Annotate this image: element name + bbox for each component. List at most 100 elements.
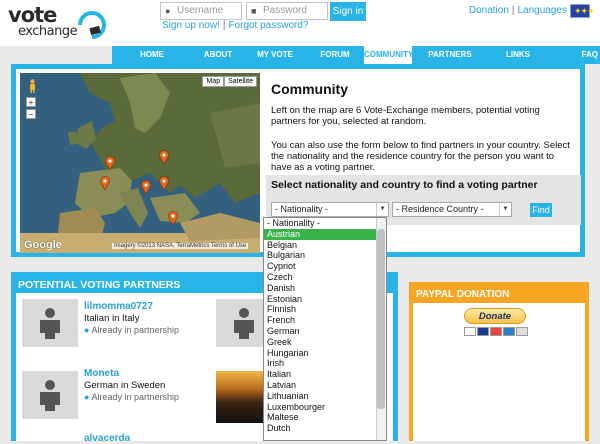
dropdown-option[interactable]: Lithuanian <box>264 391 386 402</box>
dropdown-option[interactable]: German <box>264 326 386 337</box>
find-button[interactable]: Find <box>530 203 552 217</box>
nav-about[interactable]: ABOUT <box>192 46 244 64</box>
dropdown-option[interactable]: Dutch <box>264 423 386 434</box>
partner-status: ● Already in partnership <box>84 392 179 402</box>
map-credit: Imagery ©2013 NASA, TerraMetrics Terms o… <box>112 243 249 249</box>
nav-faq[interactable]: FAQ <box>548 46 600 64</box>
link-separator: | <box>222 20 226 31</box>
find-form-title: Select nationality and country to find a… <box>271 179 538 191</box>
site-logo[interactable]: vote exchange <box>8 3 112 49</box>
partner-name[interactable]: Moneta <box>84 368 119 379</box>
dropdown-option[interactable]: - Nationality - <box>264 218 386 229</box>
dropdown-option[interactable]: Cypriot <box>264 261 386 272</box>
donate-button[interactable]: Donate <box>464 308 526 324</box>
member-marker-icon[interactable] <box>159 176 169 190</box>
dropdown-option[interactable]: Maltese <box>264 412 386 423</box>
auth-links: Sign up now! | Forgot password? <box>162 20 308 31</box>
forgot-password-link[interactable]: Forgot password? <box>228 20 308 31</box>
nav-home[interactable]: HOME <box>112 46 192 64</box>
partners-heading: POTENTIAL VOTING PARTNERS <box>18 279 181 291</box>
page-title: Community <box>271 81 348 97</box>
header: vote exchange ● Username ■ Password Sign… <box>0 0 600 46</box>
eu-flag-icon[interactable]: ✦✦✦ <box>570 4 595 18</box>
nationality-select-value: - Nationality - <box>275 204 329 214</box>
main-nav: HOME ABOUT MY VOTE FORUM COMMUNITY PARTN… <box>112 46 600 64</box>
google-logo[interactable]: Google <box>24 239 62 251</box>
nav-partners[interactable]: PARTNERS <box>412 46 488 64</box>
dropdown-option[interactable]: Belgian <box>264 240 386 251</box>
dropdown-option[interactable]: Italian <box>264 369 386 380</box>
password-input[interactable]: ■ Password <box>246 2 328 20</box>
residence-select-value: - Residence Country - <box>396 204 484 214</box>
logo-swirl-icon <box>78 11 106 39</box>
nationality-select[interactable]: - Nationality - ▼ <box>271 202 389 217</box>
partner-status-text: Already in partnership <box>91 392 179 402</box>
dropdown-option[interactable]: Irish <box>264 358 386 369</box>
member-marker-icon[interactable] <box>105 156 115 170</box>
partner-info: Italian in Italy <box>84 313 140 324</box>
chevron-down-icon: ▼ <box>499 203 511 216</box>
europe-map-image <box>20 73 260 253</box>
member-marker-icon[interactable] <box>100 176 110 190</box>
dropdown-option[interactable]: Latvian <box>264 380 386 391</box>
dropdown-option[interactable]: Finnish <box>264 304 386 315</box>
dropdown-option[interactable]: Luxembourger <box>264 402 386 413</box>
password-placeholder: Password <box>263 5 307 16</box>
dropdown-option[interactable]: Estonian <box>264 294 386 305</box>
zoom-controls: + − <box>26 97 36 121</box>
intro-text: Left on the map are 6 Vote-Exchange memb… <box>271 105 540 127</box>
top-links: Donation | Languages <box>469 5 567 16</box>
username-placeholder: Username <box>177 5 224 16</box>
partner-info: German in Sweden <box>84 380 166 391</box>
dropdown-option[interactable]: Greek <box>264 337 386 348</box>
partner-name[interactable]: lilmomma0727 <box>84 301 153 312</box>
avatar[interactable] <box>22 299 78 347</box>
paypal-heading: PAYPAL DONATION <box>413 286 585 303</box>
payment-cards-icon <box>464 327 528 337</box>
chevron-down-icon: ▼ <box>376 203 388 216</box>
paypal-donation-panel: PAYPAL DONATION Donate <box>409 282 589 441</box>
pegman-icon[interactable] <box>28 79 37 93</box>
user-icon: ● <box>165 6 171 16</box>
member-marker-icon[interactable] <box>168 211 178 225</box>
partnership-icon: ● <box>84 325 90 335</box>
map-type-map-button[interactable]: Map <box>202 76 225 87</box>
zoom-out-button[interactable]: − <box>26 109 36 119</box>
nav-community[interactable]: COMMUNITY <box>364 46 413 64</box>
map-type-controls: Map Satellite <box>202 76 257 88</box>
person-placeholder-icon <box>234 308 254 339</box>
dropdown-option[interactable]: Hungarian <box>264 348 386 359</box>
nav-links[interactable]: LINKS <box>488 46 548 64</box>
lock-icon: ■ <box>251 6 257 16</box>
nav-my-vote[interactable]: MY VOTE <box>244 46 306 64</box>
sign-in-button[interactable]: Sign in <box>330 2 366 21</box>
member-marker-icon[interactable] <box>159 150 169 164</box>
scrollbar-thumb[interactable] <box>377 229 385 409</box>
sign-up-link[interactable]: Sign up now! <box>162 20 220 31</box>
zoom-in-button[interactable]: + <box>26 97 36 107</box>
dropdown-scrollbar[interactable] <box>376 218 386 440</box>
partnership-icon: ● <box>84 392 90 402</box>
person-placeholder-icon <box>40 380 60 411</box>
languages-link[interactable]: Languages <box>518 5 568 16</box>
member-marker-icon[interactable] <box>141 180 151 194</box>
dropdown-option[interactable]: Czech <box>264 272 386 283</box>
nav-forum[interactable]: FORUM <box>306 46 364 64</box>
nationality-dropdown-list[interactable]: - Nationality - Austrian Belgian Bulgari… <box>263 217 387 441</box>
residence-country-select[interactable]: - Residence Country - ▼ <box>392 202 512 217</box>
partner-status: ● Already in partnership <box>84 325 179 335</box>
donation-link[interactable]: Donation <box>469 5 509 16</box>
dropdown-option[interactable]: Bulgarian <box>264 250 386 261</box>
avatar[interactable] <box>22 371 78 419</box>
map-type-satellite-button[interactable]: Satellite <box>224 76 257 87</box>
logo-text-exchange: exchange <box>18 24 78 39</box>
members-map[interactable]: + − Map Satellite Google Imagery ©2013 NA… <box>20 73 260 253</box>
partner-name[interactable]: alvacerda <box>84 433 130 444</box>
person-placeholder-icon <box>40 308 60 339</box>
partner-status-text: Already in partnership <box>91 325 179 335</box>
dropdown-option[interactable]: French <box>264 315 386 326</box>
find-instructions: You can also use the form below to find … <box>271 140 570 173</box>
username-input[interactable]: ● Username <box>160 2 242 20</box>
dropdown-option-highlighted[interactable]: Austrian <box>264 228 386 240</box>
dropdown-option[interactable]: Danish <box>264 283 386 294</box>
